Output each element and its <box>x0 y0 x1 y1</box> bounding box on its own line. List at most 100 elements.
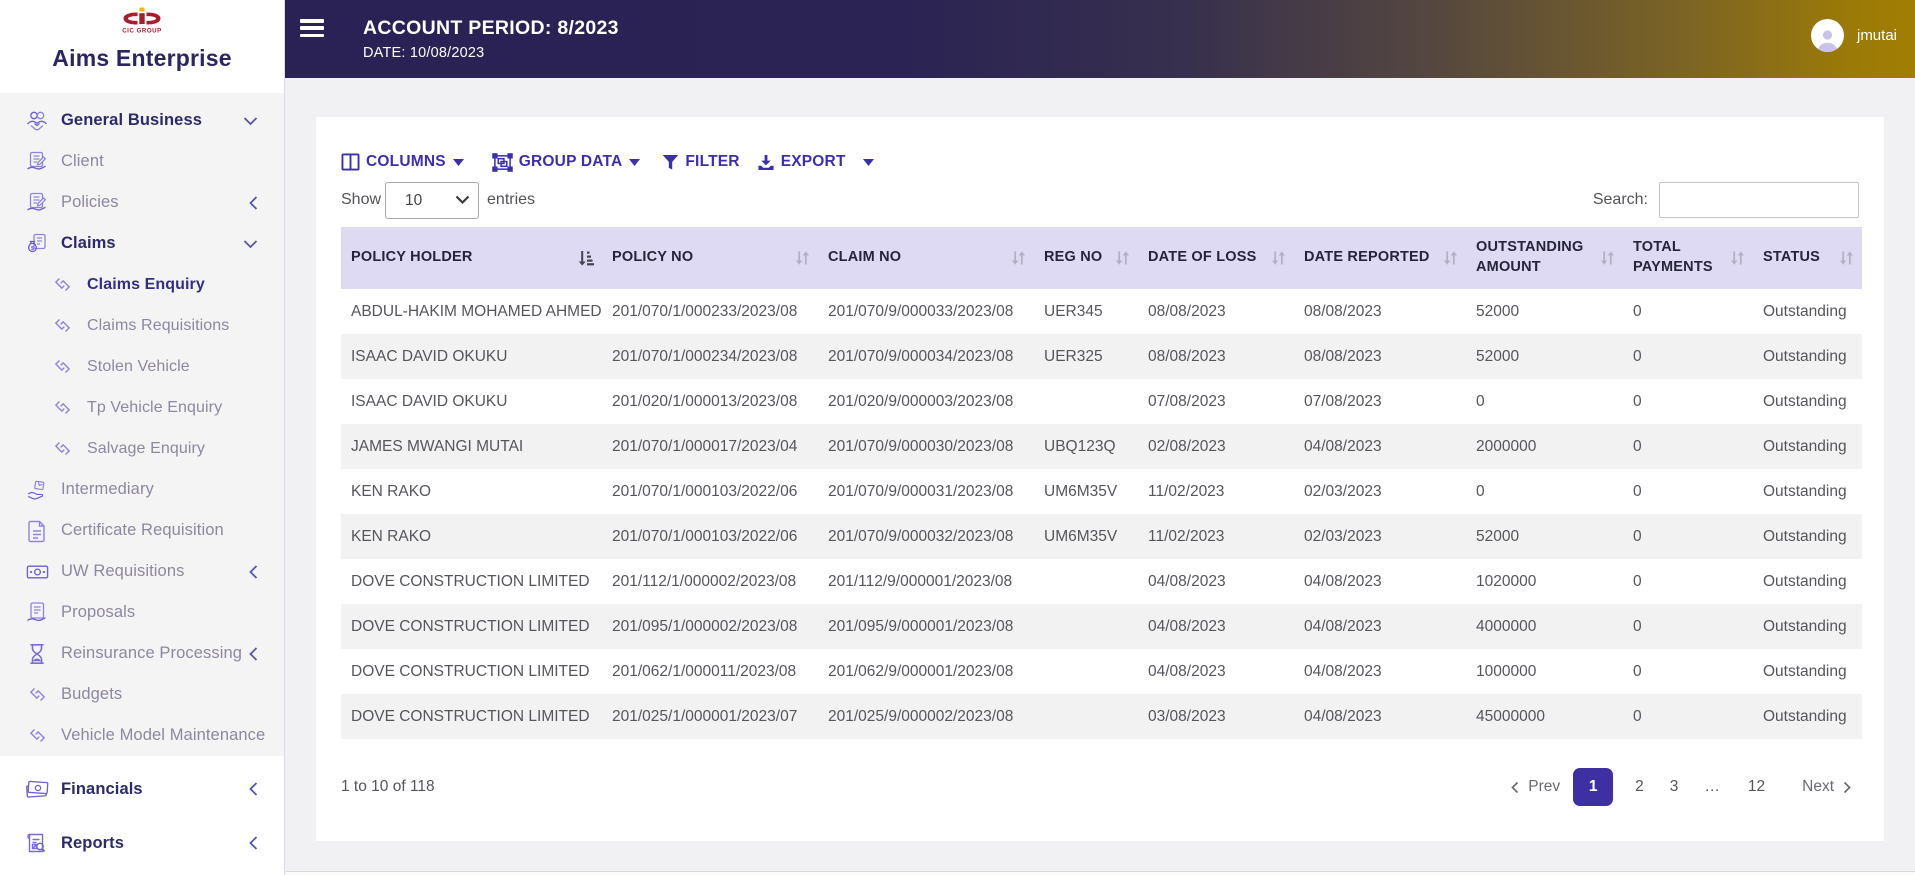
table-cell: 0 <box>1633 662 1642 680</box>
column-header-date-of-loss[interactable]: DATE OF LOSS <box>1138 227 1294 289</box>
table-cell: 201/070/9/000034/2023/08 <box>828 347 1014 365</box>
sidebar-item-vehicle-model-maintenance[interactable]: Vehicle Model Maintenance <box>0 715 284 756</box>
column-label: DATE REPORTED <box>1304 249 1430 266</box>
sidebar-item-label: Certificate Requisition <box>61 521 224 539</box>
column-label: DATE OF LOSS <box>1148 249 1257 266</box>
hamburger-menu-icon[interactable] <box>300 19 324 37</box>
page-button[interactable]: 12 <box>1748 778 1765 796</box>
sidebar-item-financials[interactable]: Financials <box>0 762 284 816</box>
chevron-left-icon <box>249 782 258 797</box>
sidebar: CIC GROUP Aims Enterprise General Busine… <box>0 0 285 875</box>
filter-button[interactable]: FILTER <box>662 153 739 171</box>
table-row[interactable]: DOVE CONSTRUCTION LIMITED 201/095/1/00000… <box>341 604 1862 649</box>
group-data-button[interactable]: GROUP DATA <box>492 152 641 172</box>
sidebar-item-general-business[interactable]: General Business <box>0 100 284 141</box>
page-button[interactable]: 2 <box>1635 778 1644 796</box>
next-page-button[interactable]: Next <box>1802 778 1852 796</box>
table-cell: KEN RAKO <box>351 482 432 500</box>
column-header-policy-no[interactable]: POLICY NO <box>602 227 818 289</box>
sidebar-item-salvage-enquiry[interactable]: Salvage Enquiry <box>0 428 284 469</box>
filter-icon <box>662 154 679 171</box>
table-cell: 52000 <box>1476 347 1520 365</box>
sidebar-item-reports[interactable]: Reports <box>0 816 284 870</box>
table-cell: 1020000 <box>1476 572 1537 590</box>
chevron-left-icon <box>1510 781 1519 794</box>
table-cell: 11/02/2023 <box>1148 482 1225 500</box>
table-cell: 02/03/2023 <box>1304 482 1382 500</box>
sidebar-item-stolen-vehicle[interactable]: Stolen Vehicle <box>0 346 284 387</box>
table-cell: 45000000 <box>1476 707 1545 725</box>
sidebar-item-claims[interactable]: $ Claims <box>0 223 284 264</box>
table-row[interactable]: ABDUL-HAKIM MOHAMED AHMED 201/070/1/00023… <box>341 289 1862 334</box>
sidebar-item-policies[interactable]: Policies <box>0 182 284 223</box>
claims-table-head: POLICY HOLDER POLICY NO CLAIM NO REG NO … <box>341 227 1862 289</box>
sidebar-item-certificate-requisition[interactable]: Certificate Requisition <box>0 510 284 551</box>
export-options-caret[interactable] <box>862 153 874 171</box>
table-cell: Outstanding <box>1763 392 1847 410</box>
table-cell: 08/08/2023 <box>1148 347 1226 365</box>
columns-button[interactable]: COLUMNS <box>341 153 464 171</box>
sidebar-item-intermediary[interactable]: Intermediary <box>0 469 284 510</box>
account-period-title: ACCOUNT PERIOD: 8/2023 <box>363 17 619 39</box>
sidebar-group-general-business: General Business Client Policies $ Claim… <box>0 93 284 756</box>
sort-both-icon <box>1114 250 1130 266</box>
sort-both-icon <box>794 250 810 266</box>
table-cell: 0 <box>1476 482 1485 500</box>
column-header-policy-holder[interactable]: POLICY HOLDER <box>341 227 602 289</box>
table-row[interactable]: DOVE CONSTRUCTION LIMITED 201/025/1/00000… <box>341 694 1862 739</box>
table-cell: 201/025/1/000001/2023/07 <box>612 707 798 725</box>
table-cell: UBQ123Q <box>1044 437 1116 455</box>
table-cell: KEN RAKO <box>351 527 432 545</box>
sidebar-logo-area: CIC GROUP Aims Enterprise <box>0 0 284 93</box>
table-cell: DOVE CONSTRUCTION LIMITED <box>351 707 590 725</box>
column-header-status[interactable]: STATUS <box>1753 227 1862 289</box>
prev-page-button[interactable]: Prev <box>1510 778 1560 796</box>
sidebar-item-label: Client <box>61 152 104 170</box>
column-header-claim-no[interactable]: CLAIM NO <box>818 227 1034 289</box>
sort-descending-icon <box>577 250 594 266</box>
chevron-down-icon <box>243 116 258 125</box>
sidebar-item-client[interactable]: Client <box>0 141 284 182</box>
page-size-select[interactable]: 10 <box>385 181 480 219</box>
sidebar-item-budgets[interactable]: Budgets <box>0 674 284 715</box>
table-row[interactable]: DOVE CONSTRUCTION LIMITED 201/112/1/00000… <box>341 559 1862 604</box>
column-header-reg-no[interactable]: REG NO <box>1034 227 1138 289</box>
table-cell: JAMES MWANGI MUTAI <box>351 437 524 455</box>
show-label: Show <box>341 191 382 208</box>
table-row[interactable]: DOVE CONSTRUCTION LIMITED 201/062/1/00001… <box>341 649 1862 694</box>
table-row[interactable]: ISAAC DAVID OKUKU 201/070/1/000234/2023/0… <box>341 334 1862 379</box>
table-cell: 0 <box>1633 572 1642 590</box>
table-row[interactable]: JAMES MWANGI MUTAI 201/070/1/000017/2023/… <box>341 424 1862 469</box>
table-cell: 4000000 <box>1476 617 1537 635</box>
page-button-current[interactable]: 1 <box>1573 768 1614 806</box>
user-menu[interactable]: jmutai <box>1810 0 1897 71</box>
sidebar-item-claims-requisitions[interactable]: Claims Requisitions <box>0 305 284 346</box>
date-subtitle: DATE: 10/08/2023 <box>363 45 485 61</box>
sidebar-item-tp-vehicle-enquiry[interactable]: Tp Vehicle Enquiry <box>0 387 284 428</box>
chevron-right-icon <box>1843 781 1852 794</box>
table-cell: 0 <box>1633 527 1642 545</box>
table-cell: Outstanding <box>1763 617 1847 635</box>
table-cell: 0 <box>1633 707 1642 725</box>
table-cell: 201/095/9/000001/2023/08 <box>828 617 1014 635</box>
search-input[interactable] <box>1659 182 1859 218</box>
export-button[interactable]: EXPORT <box>757 153 846 171</box>
sidebar-item-uw-requisitions[interactable]: UW Requisitions <box>0 551 284 592</box>
column-header-date-reported[interactable]: DATE REPORTED <box>1294 227 1466 289</box>
table-row[interactable]: ISAAC DAVID OKUKU 201/020/1/000013/2023/0… <box>341 379 1862 424</box>
table-row[interactable]: KEN RAKO 201/070/1/000103/2022/06 201/070/… <box>341 469 1862 514</box>
sidebar-item-proposals[interactable]: Proposals <box>0 592 284 633</box>
sidebar-item-label: Claims <box>61 234 116 252</box>
table-row[interactable]: KEN RAKO 201/070/1/000103/2022/06 201/070/… <box>341 514 1862 559</box>
column-header-total-payments[interactable]: TOTAL PAYMENTS <box>1623 227 1753 289</box>
columns-icon <box>341 153 360 171</box>
table-cell: 201/062/1/000011/2023/08 <box>612 662 797 680</box>
chevron-left-icon <box>249 646 258 661</box>
page-button[interactable]: 3 <box>1670 778 1679 796</box>
sidebar-item-reinsurance-processing[interactable]: Reinsurance Processing <box>0 633 284 674</box>
svg-text:CIC GROUP: CIC GROUP <box>122 28 162 35</box>
table-cell: ISAAC DAVID OKUKU <box>351 347 508 365</box>
column-header-outstanding-amount[interactable]: OUTSTANDING AMOUNT <box>1466 227 1623 289</box>
sort-both-icon <box>1442 250 1458 266</box>
sidebar-item-claims-enquiry[interactable]: Claims Enquiry <box>0 264 284 305</box>
